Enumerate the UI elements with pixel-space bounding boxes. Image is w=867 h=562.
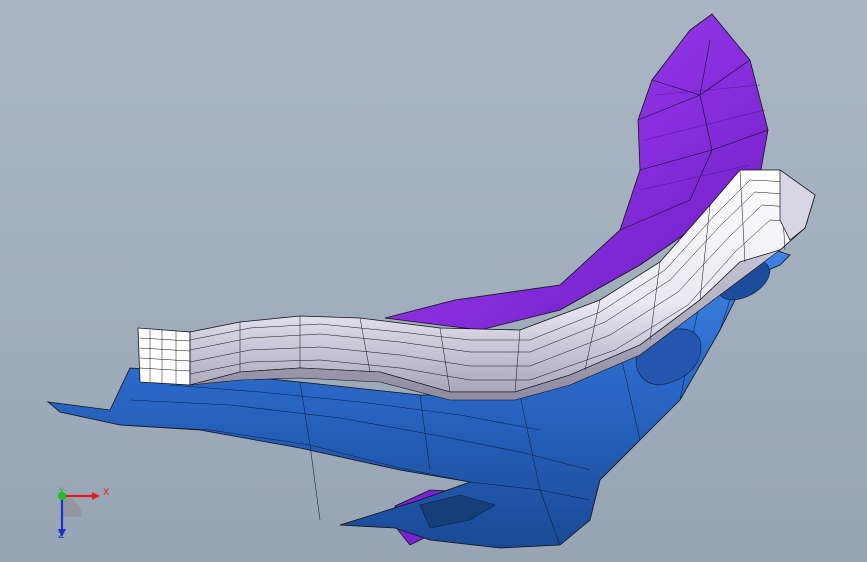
z-axis-label: Z [58,531,65,541]
y-axis-label: Y [59,487,65,497]
seat-trim-bolster[interactable] [137,169,816,401]
x-axis-arrow [92,492,100,500]
coordinate-triad: X Y Z [44,482,110,546]
x-axis-label: X [103,488,110,498]
3d-viewport[interactable]: X Y Z [0,0,867,562]
seat-model[interactable] [0,0,867,562]
triad-graphic [58,492,100,537]
